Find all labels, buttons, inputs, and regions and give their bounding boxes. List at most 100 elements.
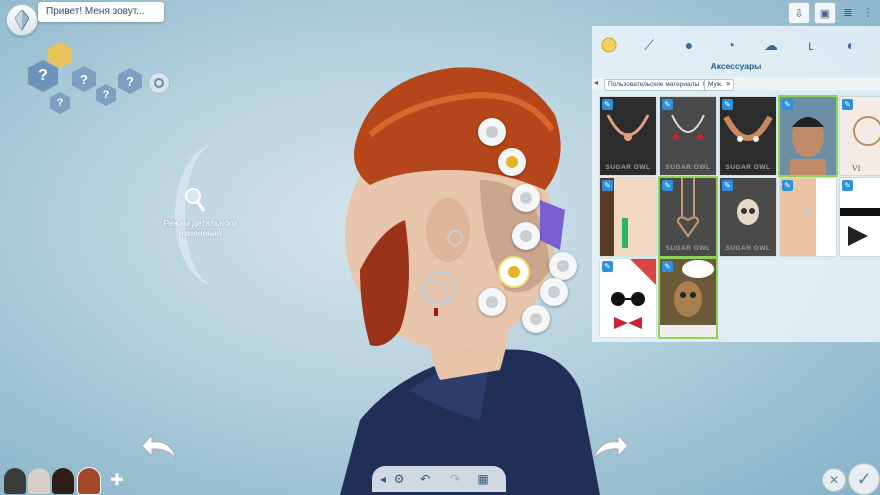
earring-icon: ◐ [846,37,856,53]
hotspot-head[interactable] [512,222,540,250]
bonus-trait-button[interactable] [148,72,170,94]
ear-icon: ◔ [726,37,736,53]
catalog-item[interactable]: ✎ SUGAR OWL [660,97,716,175]
catalog-item[interactable]: ✎ [600,259,656,337]
hex-outline [48,42,72,68]
household-manage-button[interactable]: ▣ [814,2,836,24]
custom-content-wrench-icon: ✎ [782,180,793,191]
filter-chip[interactable]: Пользовательские материалы✕ [604,79,711,91]
gallery-button[interactable]: ⇩ [788,2,810,24]
catalog-item[interactable]: ✎ SUGAR OWL [720,178,776,256]
undo-button[interactable]: ↶ [416,470,434,488]
neck-icon: ʟ [808,37,814,53]
category-face[interactable]: ● [678,34,700,56]
custom-content-wrench-icon: ✎ [722,180,733,191]
category-hair[interactable]: ☁ [760,34,782,56]
custom-content-wrench-icon: ✎ [842,99,853,110]
household-bar: ✚ [0,466,140,495]
category-title: Аксессуары [710,61,762,71]
catalog-item[interactable]: VI ✎ [840,97,880,175]
household-member-portrait[interactable] [4,468,26,494]
household-member-portrait[interactable] [28,468,50,494]
cas-catalog-panel: ⟋ ● ◔ ☁ ʟ ◐ Аксессуары ◂ Пользовательски… [592,26,880,342]
close-icon[interactable]: ✕ [726,80,731,90]
magnifier-icon[interactable] [183,186,207,214]
bottom-toolbar: ◂ ⚙ ↶ ↷ ▦ [372,466,506,492]
save-button[interactable]: ▦ [474,470,492,488]
gallery-icon: ⇩ [794,7,804,20]
item-brand: SUGAR OWL [725,245,771,252]
options-button[interactable]: ≣ [840,2,856,22]
item-brand: SUGAR OWL [665,245,711,252]
hotspot-neck[interactable] [478,288,506,316]
add-sim-button[interactable]: ✚ [106,468,128,494]
custom-content-wrench-icon: ✎ [842,180,853,191]
hotspot-glasses[interactable] [549,252,577,280]
aspiration-hex[interactable]: ? [28,60,58,92]
randomize-button[interactable]: ⚙ [390,470,408,488]
custom-content-wrench-icon: ✎ [662,261,673,272]
cancel-button[interactable]: ✕ [822,468,846,492]
item-brand: SUGAR OWL [665,164,711,171]
rotate-right-icon[interactable] [590,432,630,464]
household-member-portrait[interactable] [52,468,74,494]
hotspot-collar[interactable] [522,305,550,333]
face-icon: ● [684,37,694,53]
filter-chip[interactable]: Муж. ✕ [704,79,734,91]
hotspot-necklace[interactable] [540,278,568,306]
rotate-left-icon[interactable] [140,432,180,464]
eyebrow-icon: ⟋ [644,36,654,53]
custom-content-wrench-icon: ✎ [782,99,793,110]
trait-hex[interactable]: ? [50,92,70,114]
checkmark-icon: ✓ [856,468,872,489]
redo-icon: ↷ [449,472,461,486]
category-earring[interactable]: ◐ [840,34,862,56]
hat-icon [601,37,617,53]
more-button[interactable]: ⋮ [860,2,876,22]
category-neck[interactable]: ʟ [800,34,822,56]
hotspot-hat[interactable] [478,118,506,146]
more-icon: ⋮ [862,6,874,19]
custom-content-wrench-icon: ✎ [662,180,673,191]
catalog-item[interactable]: ✎ [840,178,880,256]
catalog-item[interactable]: ✎ SUGAR OWL [600,97,656,175]
catalog-item[interactable]: ✎ SUGAR OWL [720,97,776,175]
confirm-button[interactable]: ✓ [848,463,880,495]
item-brand: SUGAR OWL [725,164,771,171]
gear-icon [154,78,164,88]
filter-row: ◂ Пользовательские материалы✕ Муж.✕ [592,78,880,91]
catalog-item-selected[interactable]: ✎ [780,97,836,175]
plumbob-icon [15,10,29,30]
trait-hex[interactable]: ? [96,84,116,106]
detail-mode-label: Режим детального изменения [163,218,237,238]
household-manage-icon: ▣ [819,7,831,20]
sim-name-field[interactable]: Привет! Меня зовут... [38,2,164,22]
category-eyebrow[interactable]: ⟋ [638,34,660,56]
hotspot-hair[interactable] [512,184,540,212]
category-ear[interactable]: ◔ [720,34,742,56]
redo-button[interactable]: ↷ [446,470,464,488]
plumbob-menu-button[interactable] [6,4,38,36]
category-hat[interactable] [598,34,620,56]
filter-arrow-icon[interactable]: ◂ [594,78,598,87]
custom-content-wrench-icon: ✎ [662,99,673,110]
item-brand: SUGAR OWL [605,164,651,171]
hotspot-face[interactable] [498,148,526,176]
custom-content-wrench-icon: ✎ [602,180,613,191]
household-member-portrait-active[interactable] [78,468,100,494]
svg-text:VI: VI [852,164,861,173]
undo-icon: ↶ [419,472,431,486]
catalog-item[interactable]: ✎ [600,178,656,256]
custom-content-wrench-icon: ✎ [602,99,613,110]
trait-hex[interactable]: ? [118,68,142,94]
randomize-icon: ⚙ [393,472,405,486]
hair-icon: ☁ [764,36,778,53]
catalog-item-selected[interactable]: ✎ SUGAR OWL [660,178,716,256]
custom-content-wrench-icon: ✎ [722,99,733,110]
hotspot-earring[interactable] [500,258,528,286]
trait-hex[interactable]: ? [72,66,96,92]
detail-mode-ring [175,145,255,285]
cancel-icon: ✕ [828,473,840,487]
catalog-item-selected[interactable]: ✎ [660,259,716,337]
catalog-item[interactable]: ✎ [780,178,836,256]
